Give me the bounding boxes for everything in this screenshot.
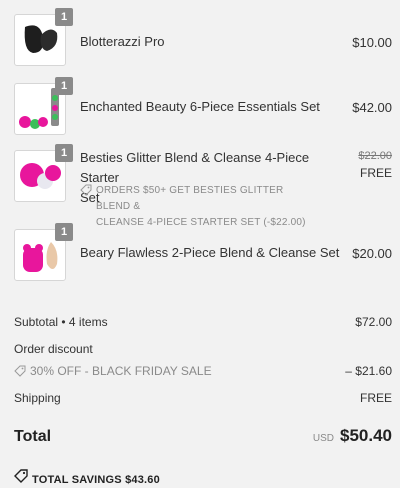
total-value: USD $50.40 [313, 426, 392, 446]
original-price: $22.00 [358, 150, 392, 162]
product-title-line1: Besties Glitter Blend & Cleanse 4-Piece … [80, 150, 310, 185]
promo-text-line2: CLEANSE 4-PIECE STARTER SET (-$22.00) [96, 217, 306, 228]
subtotal-label: Subtotal • 4 items [14, 315, 108, 329]
product-image: 1 [14, 144, 73, 202]
total-label: Total [14, 428, 52, 445]
total-savings: TOTAL SAVINGS $43.60 [14, 469, 160, 486]
discount-row: 30% OFF - BLACK FRIDAY SALE – $21.60 [14, 364, 392, 378]
tag-icon [80, 184, 92, 196]
order-discount-label: Order discount [14, 342, 93, 356]
product-price: $42.00 [352, 100, 392, 115]
quantity-badge: 1 [55, 223, 73, 241]
savings-tag-icon [14, 469, 32, 483]
product-image: 1 [14, 77, 73, 135]
currency-code: USD [312, 433, 334, 444]
discount-value: – $21.60 [345, 364, 392, 378]
promo-text-line1: ORDERS $50+ GET BESTIES GLITTER BLEND & [96, 185, 284, 212]
order-discount-row: Order discount [14, 342, 392, 356]
subtotal-value: $72.00 [355, 315, 392, 329]
tag-icon [14, 365, 26, 377]
quantity-badge: 1 [55, 77, 73, 95]
shipping-value: FREE [359, 391, 392, 405]
quantity-badge: 1 [55, 8, 73, 26]
product-price: $20.00 [352, 246, 392, 261]
product-price: FREE [359, 166, 392, 180]
discount-name: 30% OFF - BLACK FRIDAY SALE [30, 364, 212, 378]
product-title: Blotterazzi Pro [80, 34, 165, 49]
product-title: Enchanted Beauty 6-Piece Essentials Set [80, 99, 320, 114]
shipping-label: Shipping [14, 391, 61, 405]
product-image: 1 [14, 223, 73, 281]
subtotal-row: Subtotal • 4 items $72.00 [14, 315, 392, 329]
product-price: $10.00 [352, 35, 392, 50]
product-image: 1 [14, 8, 73, 66]
total-amount: $50.40 [340, 426, 392, 445]
quantity-badge: 1 [55, 144, 73, 162]
savings-value: $43.60 [125, 474, 160, 486]
shipping-row: Shipping FREE [14, 391, 392, 405]
promo-note: ORDERS $50+ GET BESTIES GLITTER BLEND & … [80, 183, 320, 231]
savings-label: TOTAL SAVINGS [32, 474, 122, 486]
product-title: Beary Flawless 2-Piece Blend & Cleanse S… [80, 245, 340, 260]
